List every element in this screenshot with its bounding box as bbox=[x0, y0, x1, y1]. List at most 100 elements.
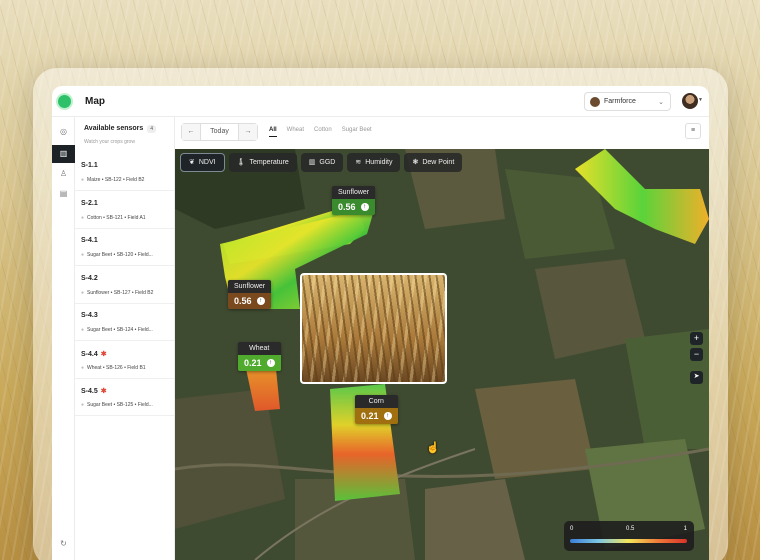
list-filter-icon[interactable]: ≡ bbox=[685, 123, 701, 139]
org-avatar bbox=[590, 96, 600, 107]
sensor-list-item[interactable]: S-4.5 ✱ ● Sugar Beet • SB-125 • Field... bbox=[75, 378, 174, 416]
chevron-down-icon: ⌄ bbox=[658, 98, 664, 106]
chevron-down-icon[interactable]: ▼ bbox=[698, 97, 703, 103]
arrow-left-icon[interactable]: ← bbox=[182, 124, 200, 140]
status-dot-icon: ● bbox=[81, 177, 85, 183]
tab-wheat[interactable]: Wheat bbox=[287, 127, 304, 137]
settings-icon[interactable]: ↻ bbox=[57, 537, 70, 550]
sensor-details: ● Sunflower • SB-127 • Field B2 bbox=[81, 289, 154, 296]
sensors-panel: Available sensors 4 Watch your crops grow… bbox=[75, 117, 175, 560]
arrow-up-icon: ↑ bbox=[360, 203, 369, 211]
date-selector: ← Today → bbox=[181, 123, 258, 141]
sensor-name: S-4.2 bbox=[81, 274, 98, 282]
sensor-name: S-2.1 bbox=[81, 199, 98, 207]
sensor-list-item[interactable]: S-4.2 ● Sunflower • SB-127 • Field B2 bbox=[75, 266, 174, 304]
arrow-right-icon[interactable]: → bbox=[239, 124, 257, 140]
zoom-in-button[interactable]: + bbox=[690, 332, 703, 345]
field-tag[interactable]: Wheat 0.21 ↑ bbox=[238, 342, 281, 371]
sensor-list-item[interactable]: S-2.1 ● Cotton • SB-121 • Field A1 bbox=[75, 191, 174, 229]
sensor-list-item[interactable]: S-4.4 ✱ ● Wheat • SB-126 • Field B1 bbox=[75, 341, 174, 379]
sensor-details: ● Sugar Beet • SB-124 • Field... bbox=[81, 327, 153, 333]
status-dot-icon: ● bbox=[81, 289, 85, 296]
layer-label: Humidity bbox=[365, 159, 393, 166]
sensors-title: Available sensors 4 bbox=[84, 125, 157, 133]
locate-icon[interactable]: ➤ bbox=[690, 371, 703, 384]
user-icon[interactable]: ♙ bbox=[57, 167, 70, 180]
field-tag-crop: Sunflower bbox=[228, 280, 272, 293]
crop-tabs: All Wheat Cotton Sugar Beet bbox=[269, 127, 372, 137]
sensor-name: S-4.5 ✱ bbox=[81, 388, 107, 395]
sensors-count-badge: 4 bbox=[147, 125, 157, 133]
layer-label: NDVI bbox=[198, 159, 216, 166]
legend-gradient bbox=[570, 539, 687, 543]
sensor-details: ● Sugar Beet • SB-125 • Field... bbox=[81, 402, 153, 408]
field-tag-crop: Corn bbox=[355, 395, 398, 408]
sensor-name: S-4.3 bbox=[81, 312, 98, 319]
satellite-map[interactable]: ❦ NDVI 🌡 Temperature ▥ GGD ≋ Humidity ❃ Dew Point… bbox=[175, 149, 709, 560]
layer-temperature-button[interactable]: 🌡 Temperature bbox=[228, 153, 297, 172]
status-dot-icon: ● bbox=[81, 252, 85, 258]
layer-pills: ❦ NDVI 🌡 Temperature ▥ GGD ≋ Humidity ❃ Dew Point bbox=[180, 153, 463, 172]
field-tag[interactable]: Sunflower 0.56 ↑ bbox=[228, 280, 272, 309]
arrow-up-icon: ↑ bbox=[256, 297, 265, 305]
header: Map Farmforce ⌄ ▼ bbox=[52, 86, 709, 117]
zoom-out-button[interactable]: − bbox=[690, 348, 703, 361]
sensor-details: ● Sugar Beet • SB-120 • Field... bbox=[81, 252, 153, 258]
app-window: Map Farmforce ⌄ ▼ ◎ ▥ ♙ ▤ ↻ Available se… bbox=[52, 86, 709, 560]
report-icon[interactable]: ▤ bbox=[57, 187, 70, 200]
field-tag-value: 0.21 ↑ bbox=[355, 408, 398, 424]
layer-label: Temperature bbox=[249, 159, 289, 166]
layer-humidity-button[interactable]: ≋ Humidity bbox=[347, 153, 401, 172]
arrow-up-icon: ↑ bbox=[383, 412, 392, 420]
layer-dew-point-button[interactable]: ❃ Dew Point bbox=[404, 153, 463, 172]
map-icon[interactable]: ▥ bbox=[52, 145, 75, 163]
field-tag[interactable]: Corn 0.21 ↑ bbox=[355, 395, 398, 424]
status-dot-icon: ● bbox=[81, 402, 85, 408]
ndvi-legend: 0 0.5 1 bbox=[564, 521, 694, 551]
sensor-list-item[interactable]: S-1.1 ● Maize • SB-122 • Field B2 bbox=[75, 153, 174, 191]
field-tag-value: 0.21 ↑ bbox=[238, 355, 281, 371]
crop-photo-preview bbox=[300, 273, 447, 384]
status-dot-icon: ● bbox=[81, 364, 85, 371]
sensor-details: ● Wheat • SB-126 • Field B1 bbox=[81, 364, 146, 371]
thermometer-icon: 🌡 bbox=[236, 159, 246, 166]
tab-cotton[interactable]: Cotton bbox=[314, 127, 332, 137]
dew-point-icon: ❃ bbox=[412, 159, 419, 166]
org-selector[interactable]: Farmforce ⌄ bbox=[584, 92, 671, 111]
field-tag-crop: Wheat bbox=[238, 342, 281, 355]
map-toolbar: ← Today → All Wheat Cotton Sugar Beet ≡ bbox=[175, 117, 709, 149]
humidity-icon: ≋ bbox=[355, 159, 362, 166]
app-logo[interactable] bbox=[58, 94, 71, 108]
leaf-icon: ❦ bbox=[189, 159, 195, 166]
date-label[interactable]: Today bbox=[200, 124, 239, 140]
legend-mid: 0.5 bbox=[626, 526, 635, 532]
layer-ggd-button[interactable]: ▥ GGD bbox=[300, 153, 344, 172]
org-name: Farmforce bbox=[604, 98, 636, 105]
cursor-pointer-icon: ☝ bbox=[426, 442, 440, 454]
sensor-details: ● Cotton • SB-121 • Field A1 bbox=[81, 214, 146, 221]
field-tag[interactable]: Sunflower 0.56 ↑ bbox=[332, 186, 376, 215]
field-tag-value: 0.56 ↑ bbox=[332, 199, 376, 215]
sensor-name: S-1.1 bbox=[81, 162, 98, 169]
left-rail: ◎ ▥ ♙ ▤ ↻ bbox=[52, 117, 75, 560]
tab-sugar-beet[interactable]: Sugar Beet bbox=[342, 127, 372, 137]
layer-label: Dew Point bbox=[422, 159, 455, 166]
sensor-name: S-4.1 bbox=[81, 237, 98, 244]
alert-icon: ✱ bbox=[100, 388, 107, 395]
user-avatar[interactable] bbox=[682, 93, 698, 109]
layer-label: GGD bbox=[319, 159, 336, 166]
dashboard-icon[interactable]: ◎ bbox=[57, 125, 70, 138]
sensors-subtitle: Watch your crops grow bbox=[84, 139, 135, 145]
sensor-list-item[interactable]: S-4.3 ● Sugar Beet • SB-124 • Field... bbox=[75, 303, 174, 341]
arrow-up-icon: ↑ bbox=[266, 359, 275, 367]
status-dot-icon: ● bbox=[81, 214, 85, 221]
page-title: Map bbox=[85, 95, 105, 107]
field-tag-value: 0.56 ↑ bbox=[228, 293, 272, 309]
tab-all[interactable]: All bbox=[269, 127, 277, 137]
status-dot-icon: ● bbox=[81, 327, 85, 333]
field-tag-crop: Sunflower bbox=[332, 186, 376, 199]
bar-chart-icon: ▥ bbox=[308, 159, 316, 166]
sensor-list-item[interactable]: S-4.1 ● Sugar Beet • SB-120 • Field... bbox=[75, 228, 174, 266]
layer-ndvi-button[interactable]: ❦ NDVI bbox=[180, 153, 225, 172]
legend-max: 1 bbox=[683, 526, 687, 532]
